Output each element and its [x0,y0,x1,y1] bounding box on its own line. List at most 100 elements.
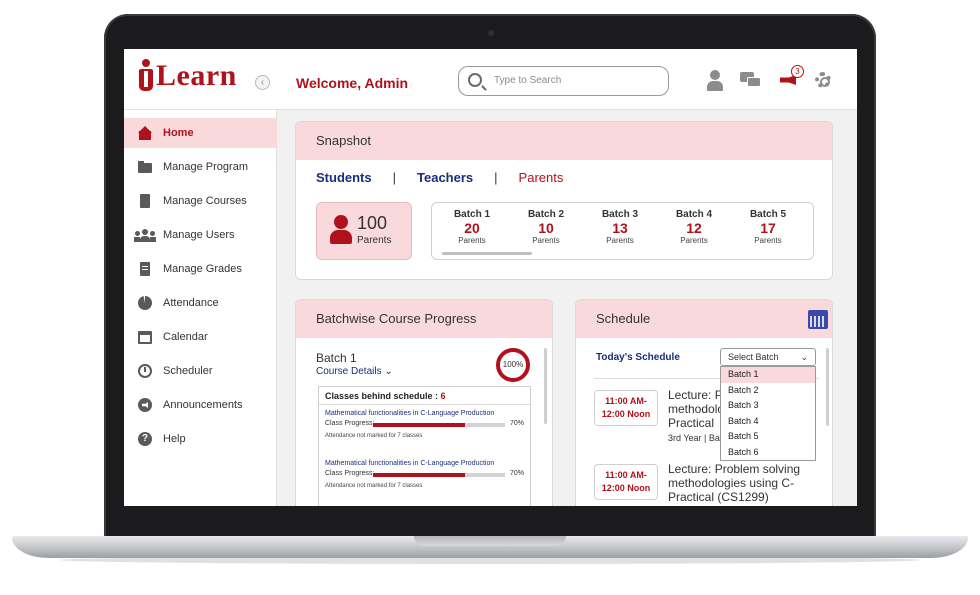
sidebar-item-label: Manage Program [163,161,248,173]
batch-stat[interactable]: Batch 4 12 Parents [662,209,726,245]
sidebar-item-manage-grades[interactable]: Manage Grades [124,254,277,284]
sidebar-item-scheduler[interactable]: Scheduler [124,356,277,386]
batch-name: Batch 2 [527,209,565,220]
batch-stat[interactable]: Batch 2 10 Parents [514,209,578,245]
batch-label: Parents [458,236,486,245]
logo-mark-icon [138,59,154,91]
vertical-scrollbar[interactable] [826,348,829,426]
list-item[interactable]: Mathematical functionalities in C-Langua… [325,410,527,439]
class-progress-fill [373,473,466,477]
calendar-icon [138,330,152,344]
batch-name: Batch 4 [675,209,713,220]
search-placeholder: Type to Search [494,75,562,86]
batch-stat[interactable]: Batch 3 13 Parents [588,209,652,245]
list-item[interactable]: Mathematical functionalities in C-Langua… [325,460,527,489]
megaphone-icon[interactable]: 3 [778,65,804,91]
batch-stat[interactable]: Batch 5 17 Parents [736,209,800,245]
batch-count: 12 [686,220,702,236]
batch-select-value: Select Batch [728,352,779,362]
classes-behind-header: Classes behind schedule : 6 [319,387,530,405]
classes-behind-label: Classes behind schedule : [325,391,441,401]
user-icon[interactable] [704,69,726,91]
snapshot-title: Snapshot [296,122,832,160]
time-slot: 11:00 AM- 12:00 Noon [594,390,658,426]
parent-avatar-icon [329,215,353,245]
completion-ring: 100% [496,348,530,382]
batch-option[interactable]: Batch 6 [721,445,815,461]
horizontal-scrollbar[interactable] [442,252,532,255]
schedule-card: Schedule Today's Schedule 11:00 AM- 12:0… [575,299,833,506]
class-progress-bar [373,473,505,477]
course-progress-card: Batchwise Course Progress Batch 1 Course… [295,299,553,506]
sidebar-item-label: Home [163,127,194,139]
attendance-note: Attendance not marked for 7 classes [325,483,423,489]
chevron-down-icon: ⌄ [384,366,393,377]
batch-select[interactable]: Select Batch ⌄ [720,348,816,366]
sidebar-item-label: Manage Courses [163,195,247,207]
sidebar-item-manage-program[interactable]: Manage Program [124,152,277,182]
notification-badge: 3 [791,65,804,78]
pie-chart-icon [138,296,152,310]
sidebar-item-manage-courses[interactable]: Manage Courses [124,186,277,216]
gear-icon[interactable] [812,69,834,91]
lecture-title[interactable]: Lecture: Problem solving methodologies u… [668,462,818,504]
sidebar-item-label: Announcements [163,399,243,411]
laptop-notch [414,536,566,546]
sidebar-item-attendance[interactable]: Attendance [124,288,277,318]
announcement-icon [138,398,152,412]
batch-option[interactable]: Batch 1 [721,367,815,383]
grades-icon [138,262,152,276]
tab-teachers[interactable]: Teachers [417,170,473,185]
batch-option[interactable]: Batch 4 [721,414,815,430]
clock-icon [138,364,152,378]
course-details-label: Course Details [316,366,382,377]
lecture-meta: 3rd Year | Ba [668,433,720,443]
sidebar-item-label: Scheduler [163,365,213,377]
calendar-icon[interactable] [808,310,828,329]
schedule-title: Schedule [576,300,832,338]
sidebar-item-help[interactable]: ? Help [124,424,277,454]
class-title: Mathematical functionalities in C-Langua… [325,460,495,467]
search-icon [468,73,482,87]
batch-name: Batch 5 [749,209,787,220]
sidebar-item-home[interactable]: Home [124,118,277,148]
search-input[interactable]: Type to Search [458,66,669,96]
class-progress-label: Class Progress: [325,420,375,427]
batch-label: Parents [680,236,708,245]
chevron-down-icon: ⌄ [800,352,808,362]
batch-option[interactable]: Batch 5 [721,429,815,445]
batch-count: 13 [612,220,628,236]
batch-count: 17 [760,220,776,236]
sidebar-item-calendar[interactable]: Calendar [124,322,277,352]
vertical-scrollbar[interactable] [544,348,547,424]
snapshot-tabs: Students | Teachers | Parents [316,170,563,185]
snapshot-card: Snapshot Students | Teachers | Parents 1… [295,121,833,280]
folder-icon [138,160,152,174]
classes-behind-count: 6 [440,391,446,401]
batch-label: Parents [754,236,782,245]
tab-students[interactable]: Students [316,170,372,185]
logo-text: Learn [156,59,237,92]
sidebar-item-manage-users[interactable]: Manage Users [124,220,277,250]
class-progress-row: Class Progress: 70% [325,470,527,482]
sidebar-item-label: Help [163,433,186,445]
batch-option[interactable]: Batch 2 [721,383,815,399]
batch-name: Batch 1 [453,209,491,220]
collapse-sidebar-button[interactable]: ‹ [255,75,270,90]
course-details-link[interactable]: Course Details ⌄ [316,366,393,377]
app-logo[interactable]: Learn [138,59,237,91]
tab-parents[interactable]: Parents [519,170,564,185]
batch-option[interactable]: Batch 3 [721,398,815,414]
todays-schedule-label: Today's Schedule [596,352,680,363]
batch-stat[interactable]: Batch 1 20 Parents [440,209,504,245]
users-icon [134,228,156,242]
sidebar-item-announcements[interactable]: Announcements [124,390,277,420]
course-progress-title: Batchwise Course Progress [296,300,552,338]
chat-icon[interactable] [740,69,762,91]
lecture-line: Lecture: Problem solving [668,462,801,476]
attendance-note: Attendance not marked for 7 classes [325,433,423,439]
app-screen: Learn ‹ Welcome, Admin Type to Search 3 … [124,49,857,506]
class-progress-row: Class Progress: 70% [325,420,527,432]
time-slot: 11:00 AM- 12:00 Noon [594,464,658,500]
progress-batch-name: Batch 1 [316,351,357,365]
